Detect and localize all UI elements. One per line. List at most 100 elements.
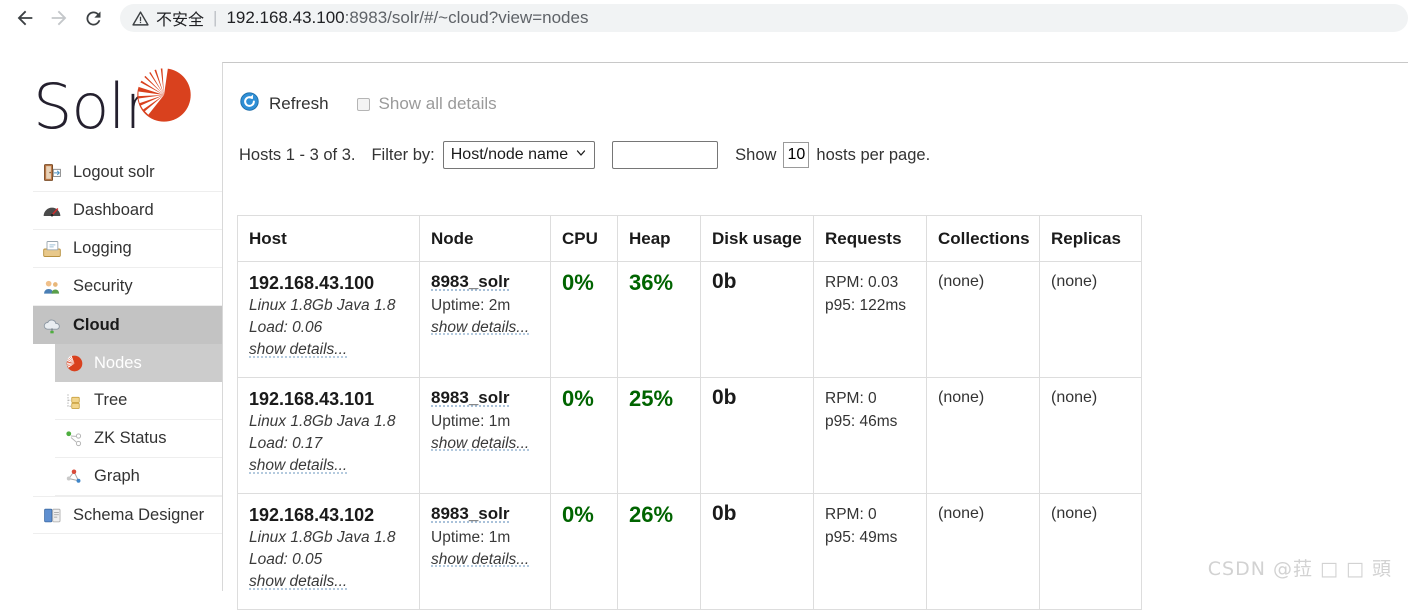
sidebar-menu-tail: Schema Designer (33, 496, 222, 534)
cell-node: 8983_solr Uptime: 1m show details... (419, 377, 551, 494)
gauge-icon (41, 201, 63, 221)
show-all-details-checkbox[interactable] (356, 97, 370, 111)
node-show-details-link[interactable]: show details... (431, 433, 550, 455)
nodes-toolbar: Refresh Show all details (239, 91, 497, 117)
sidebar-item-cloud[interactable]: Cloud (33, 306, 222, 344)
sidebar-item-logging[interactable]: Logging (33, 230, 222, 268)
sidebar-item-label: Dashboard (73, 201, 154, 219)
forward-button[interactable] (42, 1, 76, 35)
table-row: 192.168.43.100 Linux 1.8Gb Java 1.8 Load… (237, 261, 1142, 378)
node-show-details-link[interactable]: show details... (431, 317, 550, 339)
book-icon (41, 505, 63, 525)
cell-heap: 25% (617, 377, 701, 494)
back-button[interactable] (8, 1, 42, 35)
sidebar-submenu-cloud: Nodes Tree ZK Status Graph (33, 344, 222, 496)
replicas-value: (none) (1051, 273, 1098, 290)
node-name-link[interactable]: 8983_solr (431, 503, 550, 526)
column-header-cpu[interactable]: CPU (550, 215, 618, 262)
host-show-details-link[interactable]: show details... (249, 339, 419, 361)
cell-collections: (none) (926, 261, 1040, 378)
logging-tray-icon (41, 239, 63, 259)
column-header-heap[interactable]: Heap (617, 215, 701, 262)
show-all-details-label: Show all details (378, 94, 497, 113)
column-header-node[interactable]: Node (419, 215, 551, 262)
collections-value: (none) (938, 389, 985, 406)
url-host: 192.168.43.100 (226, 8, 345, 27)
host-show-details-link[interactable]: show details... (249, 455, 419, 477)
tree-folder-icon (63, 391, 85, 411)
rows-per-page-input[interactable] (783, 142, 810, 168)
sidebar-item-label: Nodes (94, 353, 142, 372)
chevron-down-icon (575, 146, 587, 164)
sidebar-item-label: Logout solr (73, 163, 155, 181)
solr-sunburst-icon (135, 66, 193, 124)
solr-admin-page: Solr Logout solr Dashboard Logging Secur… (0, 36, 1408, 610)
sidebar-item-label: Schema Designer (73, 505, 205, 524)
column-header-host[interactable]: Host (237, 215, 420, 262)
cell-disk-usage: 0b (700, 493, 814, 610)
collections-value: (none) (938, 273, 985, 290)
node-uptime: Uptime: 1m (431, 412, 511, 430)
sidebar-item-label: Tree (94, 391, 128, 409)
sidebar-item-schema-designer[interactable]: Schema Designer (33, 496, 222, 534)
host-show-details-link[interactable]: show details... (249, 571, 419, 593)
requests-rpm: RPM: 0.03 (825, 274, 899, 291)
cell-collections: (none) (926, 493, 1040, 610)
hosts-count-text: Hosts 1 - 3 of 3. (239, 145, 356, 164)
cell-host: 192.168.43.101 Linux 1.8Gb Java 1.8 Load… (237, 377, 420, 494)
sidebar-item-logout[interactable]: Logout solr (33, 154, 222, 192)
cell-cpu: 0% (550, 493, 618, 610)
host-ip: 192.168.43.100 (249, 273, 375, 293)
node-show-details-link[interactable]: show details... (431, 549, 550, 571)
sidebar-item-zk-status[interactable]: ZK Status (55, 420, 222, 458)
table-body: 192.168.43.100 Linux 1.8Gb Java 1.8 Load… (237, 261, 1142, 610)
column-header-requests[interactable]: Requests (813, 215, 927, 262)
refresh-button[interactable]: Refresh (239, 91, 329, 117)
cell-replicas: (none) (1039, 493, 1142, 610)
cell-host: 192.168.43.102 Linux 1.8Gb Java 1.8 Load… (237, 493, 420, 610)
sidebar-item-tree[interactable]: Tree (55, 382, 222, 420)
filter-bar: Hosts 1 - 3 of 3. Filter by: Host/node n… (239, 141, 930, 169)
solr-wordmark: Solr (33, 70, 150, 143)
address-bar[interactable]: 不安全 | 192.168.43.100:8983/solr/#/~cloud?… (120, 4, 1408, 32)
solr-logo[interactable]: Solr (33, 66, 205, 143)
refresh-label: Refresh (269, 94, 329, 113)
content-panel: Refresh Show all details Hosts 1 - 3 of … (222, 62, 1408, 610)
sidebar-item-nodes[interactable]: Nodes (55, 344, 222, 382)
sidebar-item-dashboard[interactable]: Dashboard (33, 192, 222, 230)
sidebar-item-security[interactable]: Security (33, 268, 222, 306)
sidebar-item-graph[interactable]: Graph (55, 458, 222, 496)
host-ip: 192.168.43.101 (249, 389, 375, 409)
insecure-label: 不安全 (156, 10, 205, 29)
column-header-disk-usage[interactable]: Disk usage (700, 215, 814, 262)
replicas-value: (none) (1051, 505, 1098, 522)
heap-value: 36% (629, 270, 674, 295)
show-all-details-toggle[interactable]: Show all details (356, 94, 497, 114)
cell-requests: RPM: 0 p95: 49ms (813, 493, 927, 610)
node-name-link[interactable]: 8983_solr (431, 271, 550, 294)
requests-p95: p95: 122ms (825, 297, 906, 315)
watermark: CSDN @菈 □ □ 頭 (1207, 558, 1392, 580)
collections-value: (none) (938, 505, 985, 522)
omnibox-separator: | (213, 8, 218, 27)
reload-button[interactable] (76, 1, 110, 35)
node-name-link[interactable]: 8983_solr (431, 387, 550, 410)
column-header-replicas[interactable]: Replicas (1039, 215, 1142, 262)
cell-requests: RPM: 0 p95: 46ms (813, 377, 927, 494)
sidebar-item-label: ZK Status (94, 429, 167, 447)
arrow-left-icon (14, 7, 36, 29)
filter-by-select[interactable]: Host/node name (442, 141, 596, 169)
sidebar: Solr Logout solr Dashboard Logging Secur… (0, 36, 222, 591)
cell-replicas: (none) (1039, 261, 1142, 378)
graph-icon (63, 467, 85, 487)
disk-value: 0b (712, 502, 737, 525)
cpu-value: 0% (562, 386, 594, 411)
table-row: 192.168.43.102 Linux 1.8Gb Java 1.8 Load… (237, 493, 1142, 610)
zk-node-icon (63, 429, 85, 449)
reload-icon (83, 8, 104, 29)
heap-value: 26% (629, 502, 674, 527)
filter-text-input[interactable] (612, 141, 719, 169)
column-header-collections[interactable]: Collections (926, 215, 1040, 262)
sidebar-item-label: Security (73, 277, 133, 295)
table-header-row: Host Node CPU Heap Disk usage Requests C… (237, 215, 1142, 262)
